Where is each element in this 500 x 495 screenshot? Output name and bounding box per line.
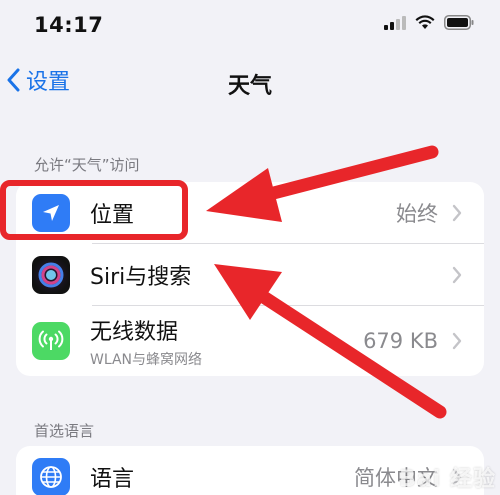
row-language-label: 语言 <box>90 467 135 492</box>
chevron-right-icon <box>452 266 462 284</box>
access-settings-card: 位置 始终 Siri与搜索 无线数据 WLAN与蜂窝网络 679 KB <box>16 182 484 376</box>
navigation-bar: 设置 天气 <box>0 58 500 108</box>
row-siri-search[interactable]: Siri与搜索 <box>16 244 484 306</box>
location-arrow-icon <box>32 194 70 232</box>
status-icons <box>384 15 474 30</box>
row-siri-label: Siri与搜索 <box>90 265 192 290</box>
row-wireless-data[interactable]: 无线数据 WLAN与蜂窝网络 679 KB <box>16 306 484 376</box>
page-title: 天气 <box>227 74 272 99</box>
row-location-value: 始终 <box>396 202 438 226</box>
battery-icon <box>444 15 474 30</box>
row-wireless-sublabel: WLAN与蜂窝网络 <box>90 351 203 368</box>
siri-icon <box>32 256 70 294</box>
globe-icon <box>32 458 70 495</box>
section-header-access: 允许“天气”访问 <box>34 156 140 174</box>
row-wireless-value: 679 KB <box>363 329 438 353</box>
cellular-signal-icon <box>384 15 406 30</box>
row-location-label: 位置 <box>90 203 135 228</box>
chevron-right-icon <box>452 204 462 222</box>
watermark: Bai 经验 <box>399 467 496 492</box>
chevron-right-icon <box>452 332 462 350</box>
antenna-icon <box>32 322 70 360</box>
section-header-language: 首选语言 <box>34 422 95 440</box>
row-wireless-label: 无线数据 <box>90 319 179 345</box>
wifi-icon <box>415 15 435 29</box>
status-bar: 14:17 <box>0 0 500 52</box>
status-time: 14:17 <box>34 13 104 37</box>
row-location[interactable]: 位置 始终 <box>16 182 484 244</box>
